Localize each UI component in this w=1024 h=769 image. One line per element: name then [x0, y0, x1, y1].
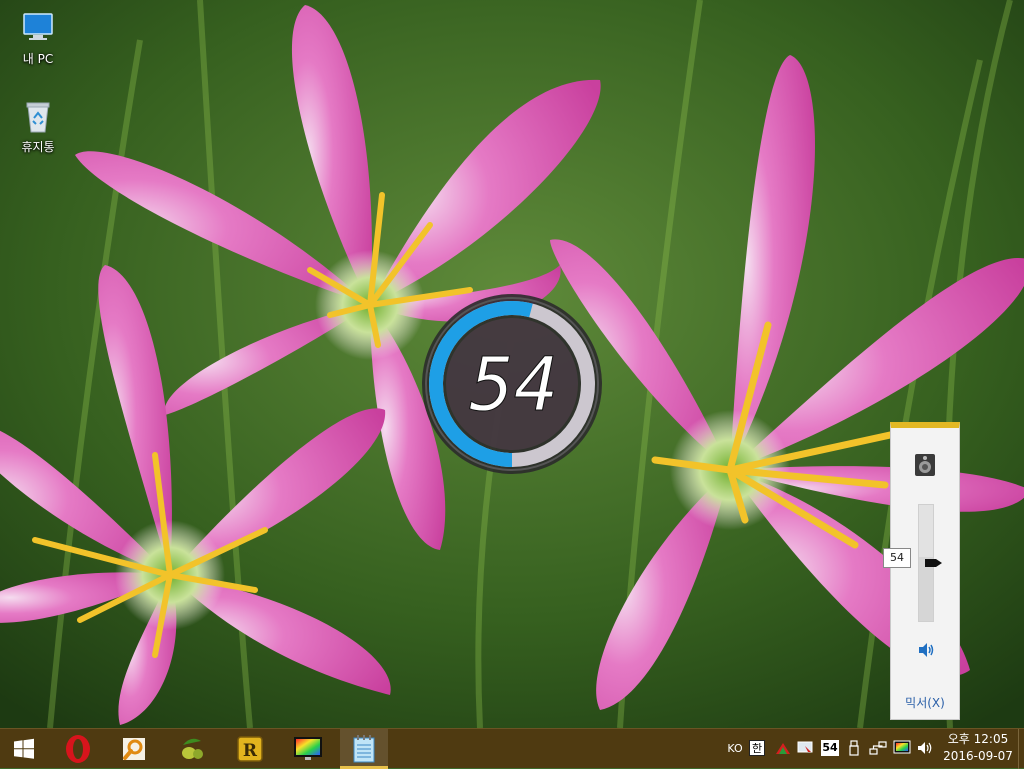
tray-volume-badge[interactable]: 54: [821, 739, 839, 757]
slider-thumb-shape: [925, 559, 942, 568]
taskbar-clock[interactable]: 오후 12:05 2016-09-07: [940, 731, 1016, 765]
desktop-icon-label: 내 PC: [22, 52, 54, 66]
ime-mode-label: 한: [749, 740, 765, 756]
taskbar: R KO 한 54 오후 12:05 2016-09-07: [0, 728, 1024, 769]
volume-osd: 54: [418, 290, 606, 478]
r-app-icon: R: [237, 736, 263, 762]
computer-icon: [23, 13, 53, 40]
magnifier-icon: [123, 738, 145, 760]
svg-text:R: R: [243, 741, 258, 761]
windows-logo-icon: [14, 738, 34, 759]
show-desktop-button[interactable]: [1018, 729, 1024, 769]
monitor-color-icon: [893, 740, 911, 754]
mixer-link[interactable]: 믹서(X): [891, 694, 959, 711]
taskbar-r-app[interactable]: R: [226, 729, 274, 769]
usb-drive-icon: [849, 740, 859, 756]
tray-network[interactable]: [869, 739, 887, 757]
desktop-icon-recycle-bin[interactable]: 휴지통: [3, 96, 73, 155]
red-triangle-icon: [776, 743, 790, 754]
tray-app-red[interactable]: [774, 739, 792, 757]
tray-network-monitor[interactable]: [797, 739, 815, 757]
recycle-bin-icon: [26, 102, 50, 133]
desktop-icon-label: 휴지통: [21, 140, 55, 154]
notepad-icon: [353, 735, 375, 763]
tray-display[interactable]: [893, 739, 911, 757]
volume-value-tooltip: 54: [883, 548, 911, 569]
desktop-icon-my-pc[interactable]: 내 PC: [3, 8, 73, 67]
taskbar-notepad[interactable]: [340, 729, 388, 769]
tray-volume-value: 54: [821, 740, 839, 756]
start-button[interactable]: [0, 729, 48, 769]
monitor-color-icon: [294, 737, 322, 760]
display-settings-icon: [797, 741, 813, 753]
speaker-device-icon[interactable]: [912, 452, 938, 478]
taskbar-opera[interactable]: [54, 729, 102, 769]
volume-flyout: 54 믹서(X): [883, 422, 960, 720]
language-indicator[interactable]: KO: [727, 739, 743, 757]
tray-volume[interactable]: [916, 739, 934, 757]
speaker-icon: [918, 742, 932, 754]
tray-usb[interactable]: [846, 739, 862, 757]
volume-osd-gauge: 54: [422, 294, 602, 474]
volume-osd-value: 54: [469, 342, 558, 428]
network-icon: [869, 741, 887, 755]
taskbar-search-tool[interactable]: [110, 729, 158, 769]
clock-time: 오후 12:05: [947, 732, 1009, 746]
ime-indicator[interactable]: 한: [748, 739, 766, 757]
volume-slider-thumb[interactable]: [925, 553, 943, 568]
clock-date: 2016-09-07: [943, 749, 1013, 763]
speaker-icon[interactable]: [916, 640, 936, 660]
olive-icon: [182, 738, 203, 759]
opera-icon: [66, 735, 90, 763]
taskbar-olive-app[interactable]: [168, 729, 216, 769]
taskbar-color-monitor[interactable]: [284, 729, 332, 769]
